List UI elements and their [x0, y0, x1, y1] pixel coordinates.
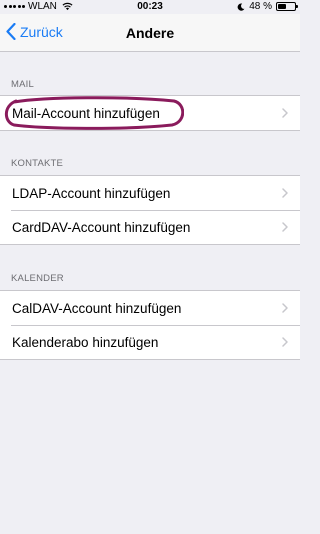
row-label: CalDAV-Account hinzufügen — [12, 300, 182, 316]
chevron-right-icon — [282, 303, 288, 313]
add-caldav-account-row[interactable]: CalDAV-Account hinzufügen — [0, 291, 300, 325]
calendar-group: CalDAV-Account hinzufügen Kalenderabo hi… — [0, 290, 300, 360]
add-mail-account-row[interactable]: Mail-Account hinzufügen — [0, 96, 300, 130]
chevron-right-icon — [282, 108, 288, 118]
page-title: Andere — [125, 25, 175, 41]
add-ldap-account-row[interactable]: LDAP-Account hinzufügen — [0, 176, 300, 210]
battery-icon — [276, 2, 298, 11]
status-right: 48 % — [237, 1, 298, 12]
row-label: Mail-Account hinzufügen — [12, 105, 160, 121]
status-bar: WLAN 00:23 48 % — [0, 0, 300, 14]
battery-fill — [278, 4, 286, 9]
section-header-contacts: KONTAKTE — [11, 158, 64, 169]
navigation-bar: Zurück Andere — [0, 14, 300, 52]
add-calendar-subscription-row[interactable]: Kalenderabo hinzufügen — [0, 325, 300, 359]
chevron-right-icon — [282, 222, 288, 232]
row-label: Kalenderabo hinzufügen — [12, 334, 159, 350]
section-header-calendar: KALENDER — [11, 273, 64, 284]
add-carddav-account-row[interactable]: CardDAV-Account hinzufügen — [0, 210, 300, 244]
section-header-mail: MAIL — [11, 79, 34, 90]
contacts-group: LDAP-Account hinzufügen CardDAV-Account … — [0, 175, 300, 245]
mail-group: Mail-Account hinzufügen — [0, 95, 300, 131]
chevron-right-icon — [282, 337, 288, 347]
row-label: LDAP-Account hinzufügen — [12, 185, 171, 201]
battery-percent: 48 % — [249, 1, 272, 12]
moon-icon — [237, 3, 245, 11]
chevron-right-icon — [282, 188, 288, 198]
row-label: CardDAV-Account hinzufügen — [12, 219, 191, 235]
